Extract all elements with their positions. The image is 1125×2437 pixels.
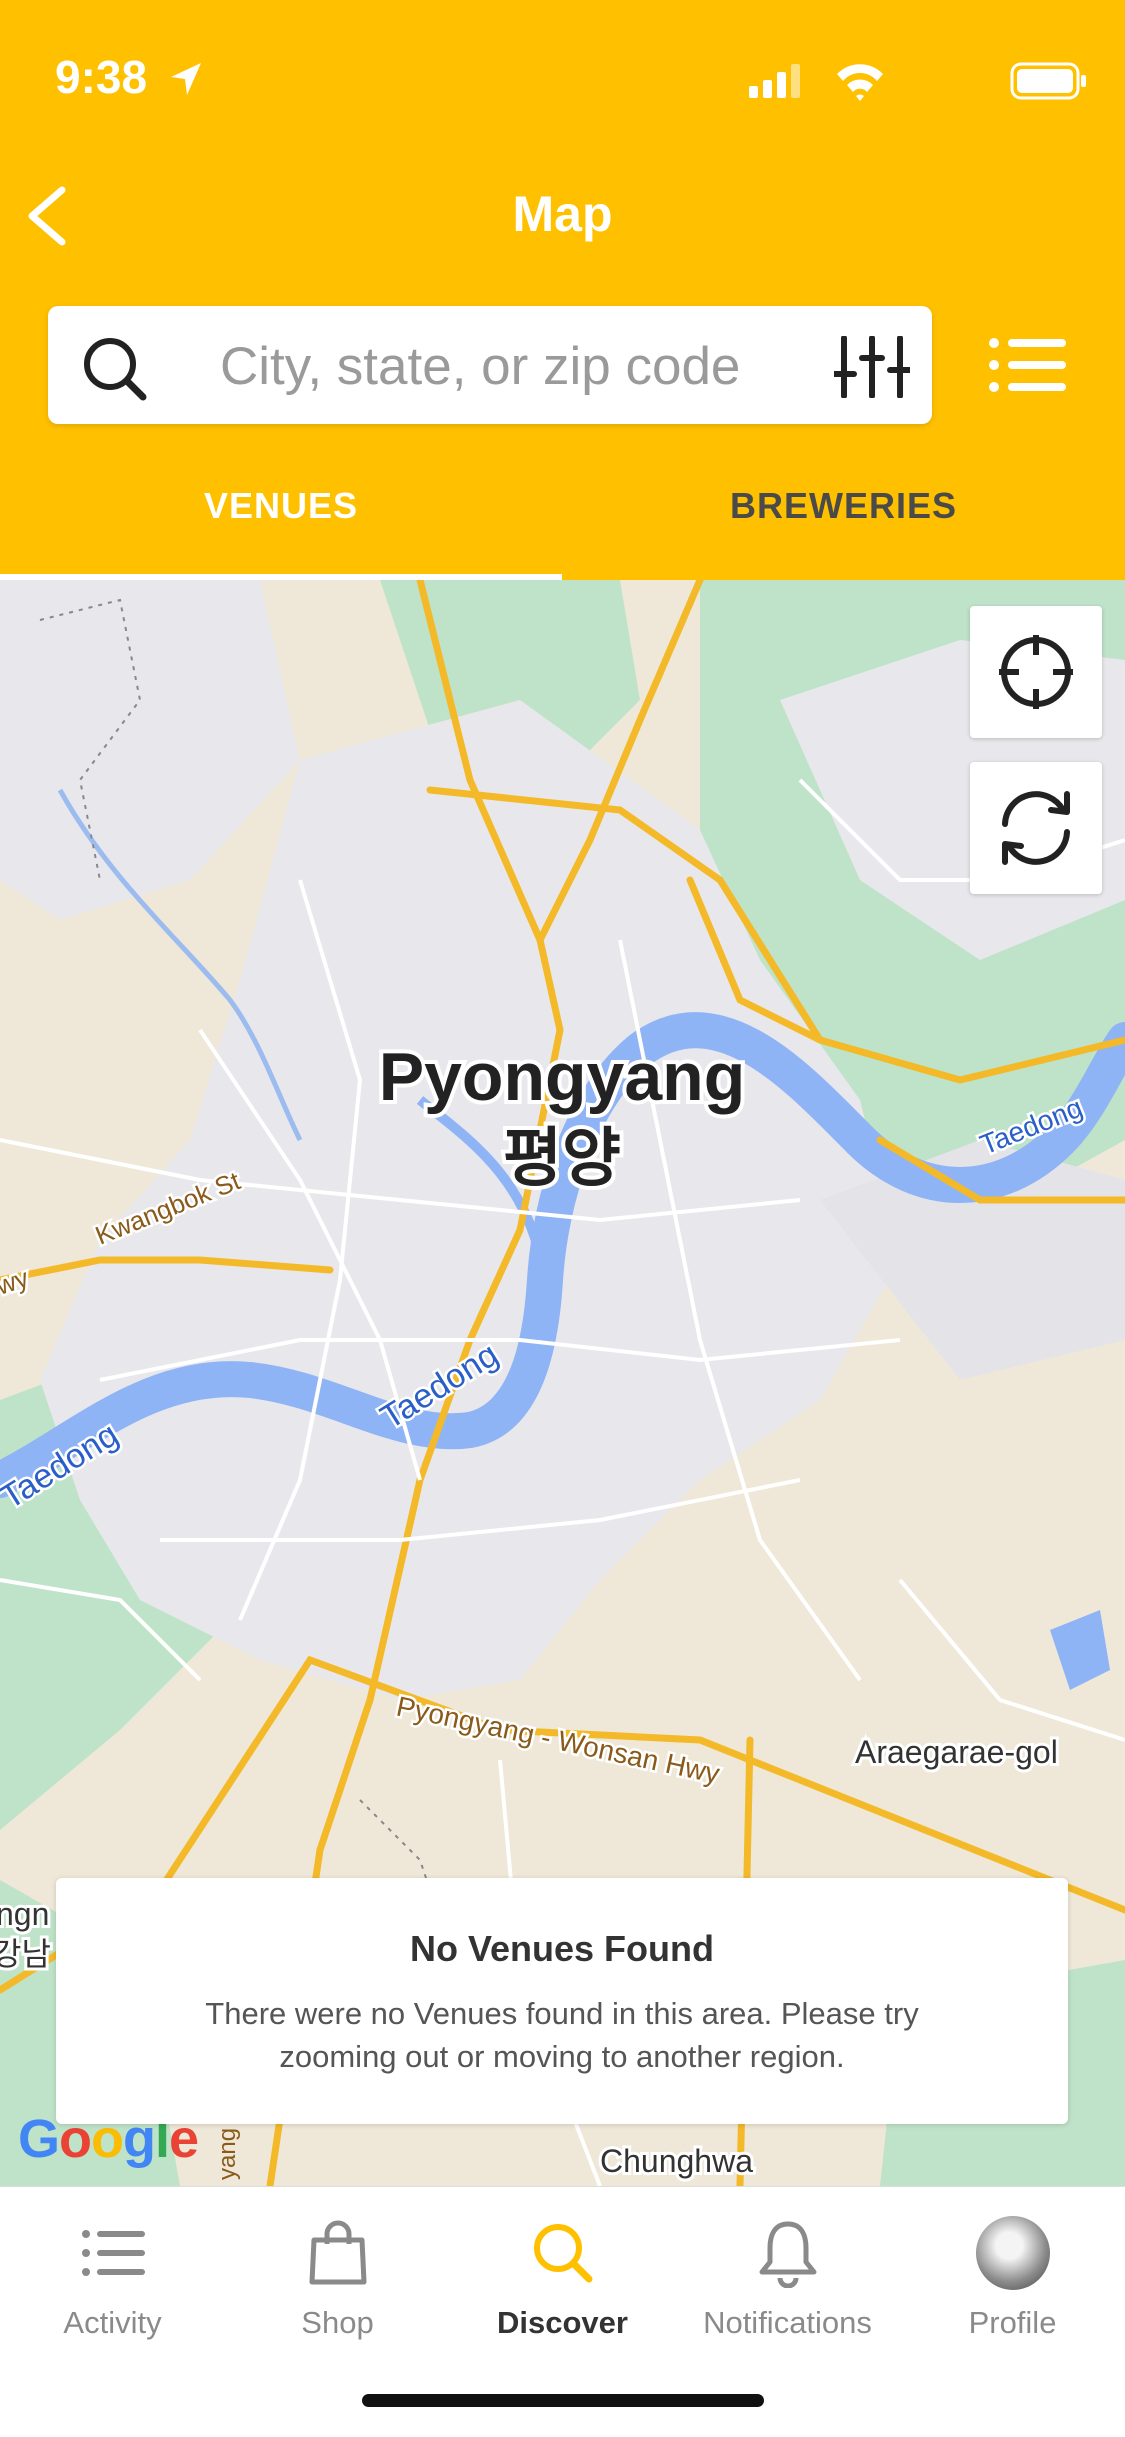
list-icon <box>81 2230 145 2276</box>
bell-icon <box>759 2221 816 2288</box>
location-arrow-icon <box>171 63 201 95</box>
locate-me-button[interactable] <box>970 606 1102 738</box>
wifi-icon <box>837 64 883 101</box>
tabbar-item-notifications[interactable]: Notifications <box>675 2213 900 2341</box>
tabbar-item-shop[interactable]: Shop <box>225 2213 450 2341</box>
search-input[interactable] <box>218 334 822 398</box>
empty-state-card: No Venues Found There were no Venues fou… <box>56 1878 1068 2124</box>
map-label-chunghwa: Chunghwa <box>600 2143 753 2179</box>
map-label-city-korean: 평양 <box>503 1122 621 1194</box>
tabbar-label-activity: Activity <box>63 2305 162 2340</box>
search-icon <box>84 338 147 401</box>
status-indicators <box>749 58 1089 107</box>
tabbar-label-notifications: Notifications <box>703 2305 872 2340</box>
search-icon <box>533 2224 592 2283</box>
status-time: 9:38 <box>55 51 148 103</box>
filter-sliders-icon[interactable] <box>834 336 910 398</box>
refresh-icon <box>1002 791 1070 865</box>
avatar <box>975 2216 1050 2290</box>
refresh-search-button[interactable] <box>970 762 1102 894</box>
map-label-left-edge-2: 강남 <box>0 1936 51 1972</box>
tabbar-item-activity[interactable]: Activity <box>0 2213 225 2341</box>
shopping-bag-icon <box>309 2220 366 2285</box>
map-label-araegarae: Araegarae-gol <box>855 1734 1058 1770</box>
app-header: 9:38 Map City, state, or zip code VENUES… <box>0 0 1125 580</box>
search-bar[interactable] <box>48 306 932 424</box>
crosshair-icon <box>999 635 1073 709</box>
home-indicator <box>362 2394 764 2407</box>
map-label-yang-vertical: yang <box>214 2128 241 2180</box>
tabbar-label-discover: Discover <box>497 2305 628 2340</box>
map-label-city: Pyongyang <box>379 1039 746 1115</box>
list-view-icon[interactable] <box>988 335 1068 395</box>
tabbar-label-profile: Profile <box>968 2305 1057 2340</box>
tabbar-item-discover[interactable]: Discover <box>450 2213 675 2341</box>
tab-breweries[interactable]: BREWERIES <box>562 485 1125 527</box>
map-label-left-edge-1: ngn <box>0 1896 49 1932</box>
cellular-signal-icon <box>749 64 800 98</box>
tab-venues[interactable]: VENUES <box>0 485 562 527</box>
battery-icon <box>1010 62 1086 100</box>
empty-state-message: There were no Venues found in this area.… <box>205 1996 919 2074</box>
tabbar-label-shop: Shop <box>301 2305 374 2340</box>
page-title: Map <box>512 186 613 242</box>
tabbar-item-profile[interactable]: Profile <box>900 2213 1125 2341</box>
empty-state-title: No Venues Found <box>409 1928 714 1969</box>
